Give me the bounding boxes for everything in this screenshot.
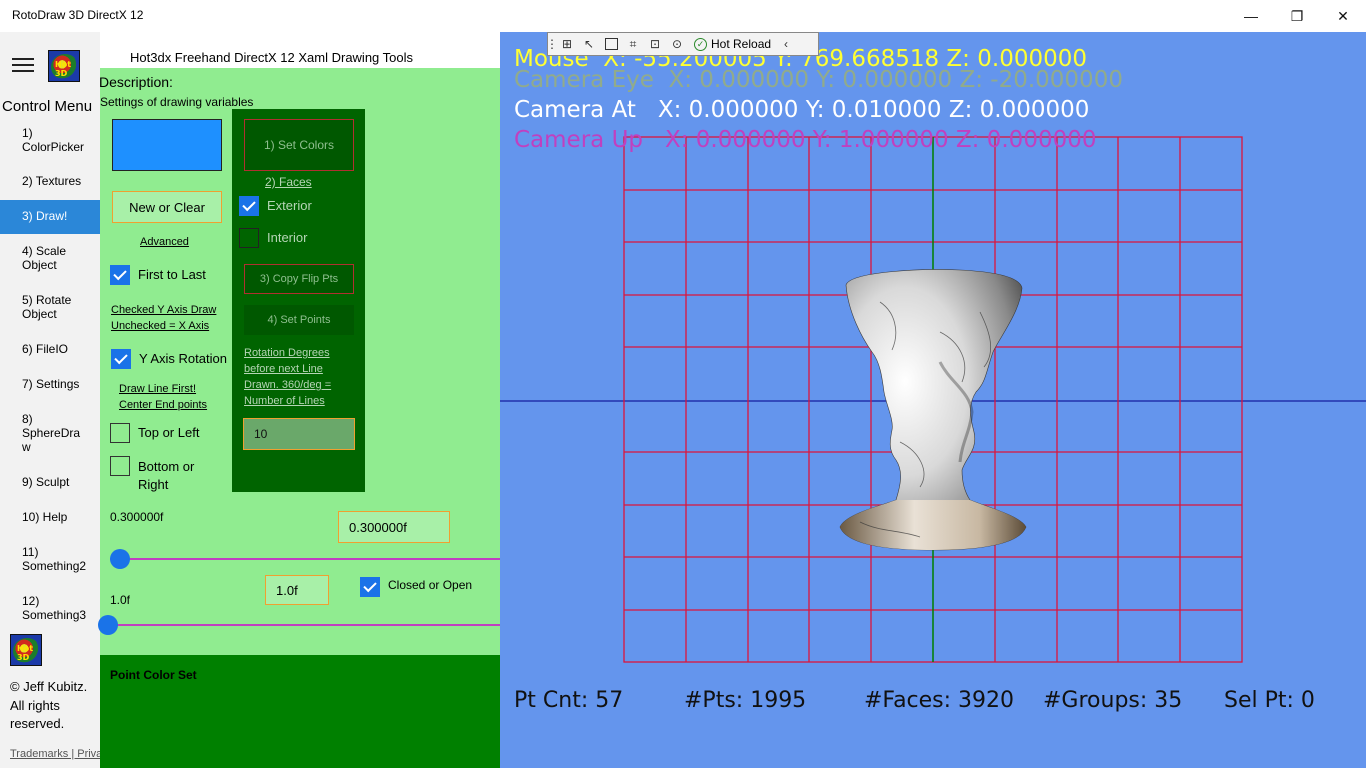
set-colors-button[interactable]: 1) Set Colors	[244, 119, 354, 171]
advanced-link[interactable]: Advanced	[140, 234, 189, 250]
description-title: Description:	[99, 74, 173, 90]
binding-failures-icon[interactable]: ⊡	[644, 34, 666, 54]
title-bar	[0, 0, 1366, 32]
point-color-set-label: Point Color Set	[110, 668, 197, 682]
new-or-clear-button[interactable]: New or Clear	[112, 191, 222, 223]
trademarks-link[interactable]: Trademarks | Privacy	[10, 748, 113, 760]
debug-toolbar: ⋮ ⊞ ↖ ⌗ ⊡ ⊙ ✓ Hot Reload ‹	[546, 32, 819, 56]
color-swatch[interactable]	[112, 119, 222, 171]
hot-reload-status[interactable]: ✓ Hot Reload	[694, 37, 771, 51]
select-element-icon[interactable]: ↖	[578, 34, 600, 54]
slider2-track[interactable]	[110, 624, 500, 626]
live-visual-tree-icon[interactable]: ⊞	[556, 34, 578, 54]
slider1-track[interactable]	[110, 558, 500, 560]
slider2-value-box[interactable]: 1.0f	[265, 575, 329, 605]
nav-item-scale-object[interactable]: 4) Scale Object	[0, 244, 100, 272]
nav-item-spheredraw[interactable]: 8) SphereDra w	[0, 412, 100, 454]
faces-link[interactable]: 2) Faces	[265, 174, 312, 190]
hamburger-menu-icon[interactable]	[12, 58, 36, 74]
interior-label: Interior	[267, 230, 308, 245]
app-logo: Hot 3D	[48, 50, 80, 82]
copy-flip-pts-button[interactable]: 3) Copy Flip Pts	[244, 264, 354, 294]
control-menu-title: Control Menu	[2, 98, 93, 115]
slider1-thumb[interactable]	[109, 549, 130, 569]
hot-reload-label: Hot Reload	[711, 37, 772, 51]
interior-checkbox[interactable]	[239, 228, 259, 248]
first-to-last-checkbox[interactable]	[110, 265, 130, 285]
rotation-degrees-input[interactable]: 10	[243, 418, 355, 450]
draw-line-note-2: Center End points	[119, 399, 208, 411]
nav-item-sculpt[interactable]: 9) Sculpt	[0, 475, 100, 489]
bottom-or-right-label: Bottom or Right	[138, 459, 195, 492]
closed-or-open-checkbox[interactable]	[360, 577, 380, 597]
axis-note-2: Unchecked = X Axis	[111, 320, 210, 332]
nav-item-rotate-object[interactable]: 5) Rotate Object	[0, 293, 100, 321]
nav-item-help[interactable]: 10) Help	[0, 510, 100, 524]
faces-total: #Faces: 3920	[864, 688, 1015, 713]
marble-vase	[839, 269, 1027, 551]
description-subtitle: Settings of drawing variables	[100, 95, 254, 109]
close-button[interactable]: ✕	[1320, 0, 1366, 32]
3d-viewport[interactable]: Mouse X: -55.200005 Y: 769.668518 Z: 0.0…	[500, 32, 1366, 768]
restore-button[interactable]: ❐	[1274, 0, 1320, 32]
grip-icon[interactable]: ⋮	[546, 34, 558, 54]
display-layout-adorners-icon[interactable]	[600, 34, 622, 54]
check-circle-icon: ✓	[694, 37, 707, 51]
copyright-text: © Jeff Kubitz. All rights reserved.	[10, 679, 88, 731]
camera-up-coordinates: Camera Up X: 0.000000 Y: 1.000000 Z: 0.0…	[514, 127, 1097, 153]
accessibility-icon[interactable]: ⊙	[666, 34, 688, 54]
camera-at-coordinates: Camera At X: 0.000000 Y: 0.010000 Z: 0.0…	[514, 97, 1090, 123]
nav-item-textures[interactable]: 2) Textures	[0, 174, 100, 188]
slider2-label: 1.0f	[110, 593, 131, 607]
first-to-last-label: First to Last	[138, 267, 206, 282]
axis-note-1: Checked Y Axis Draw	[111, 304, 217, 316]
nav-item-something2[interactable]: 11) Something2	[0, 545, 100, 573]
app-title: RotoDraw 3D DirectX 12	[12, 8, 144, 22]
top-or-left-checkbox[interactable]	[110, 423, 130, 443]
exterior-label: Exterior	[267, 198, 312, 213]
slider2-thumb[interactable]	[97, 615, 118, 635]
camera-eye-coordinates: Camera Eye X: 0.000000 Y: 0.000000 Z: -2…	[514, 67, 1123, 93]
y-axis-rotation-label: Y Axis Rotation	[139, 351, 227, 366]
track-focus-icon[interactable]: ⌗	[622, 34, 644, 54]
nav-item-settings[interactable]: 7) Settings	[0, 377, 100, 391]
panel-heading: Hot3dx Freehand DirectX 12 Xaml Drawing …	[130, 50, 414, 65]
bottom-or-right-checkbox[interactable]	[110, 456, 130, 476]
groups-total: #Groups: 35	[1043, 688, 1183, 713]
slider1-value-box[interactable]: 0.300000f	[338, 511, 450, 543]
points-total: #Pts: 1995	[684, 688, 807, 713]
nav-item-draw[interactable]: 3) Draw!	[0, 200, 100, 234]
minimize-button[interactable]: —	[1228, 0, 1274, 32]
selected-point: Sel Pt: 0	[1224, 688, 1315, 713]
slider1-label: 0.300000f	[110, 510, 164, 524]
exterior-checkbox[interactable]	[239, 196, 259, 216]
draw-line-note-1: Draw Line First!	[119, 383, 197, 395]
set-points-button[interactable]: 4) Set Points	[244, 305, 354, 335]
point-count: Pt Cnt: 57	[514, 688, 624, 713]
collapse-chevron-icon[interactable]: ‹	[779, 34, 793, 54]
closed-or-open-label: Closed or Open	[388, 578, 473, 592]
footer-logo: Hot 3D	[10, 634, 42, 666]
nav-item-something3[interactable]: 12) Something3	[0, 594, 100, 622]
rotation-degrees-note: Rotation Degrees before next Line Drawn.…	[244, 347, 332, 407]
nav-item-fileio[interactable]: 6) FileIO	[0, 342, 100, 356]
top-or-left-label: Top or Left	[138, 425, 200, 440]
nav-item-colorpicker[interactable]: 1) ColorPicker	[0, 125, 100, 159]
y-axis-rotation-checkbox[interactable]	[111, 349, 131, 369]
